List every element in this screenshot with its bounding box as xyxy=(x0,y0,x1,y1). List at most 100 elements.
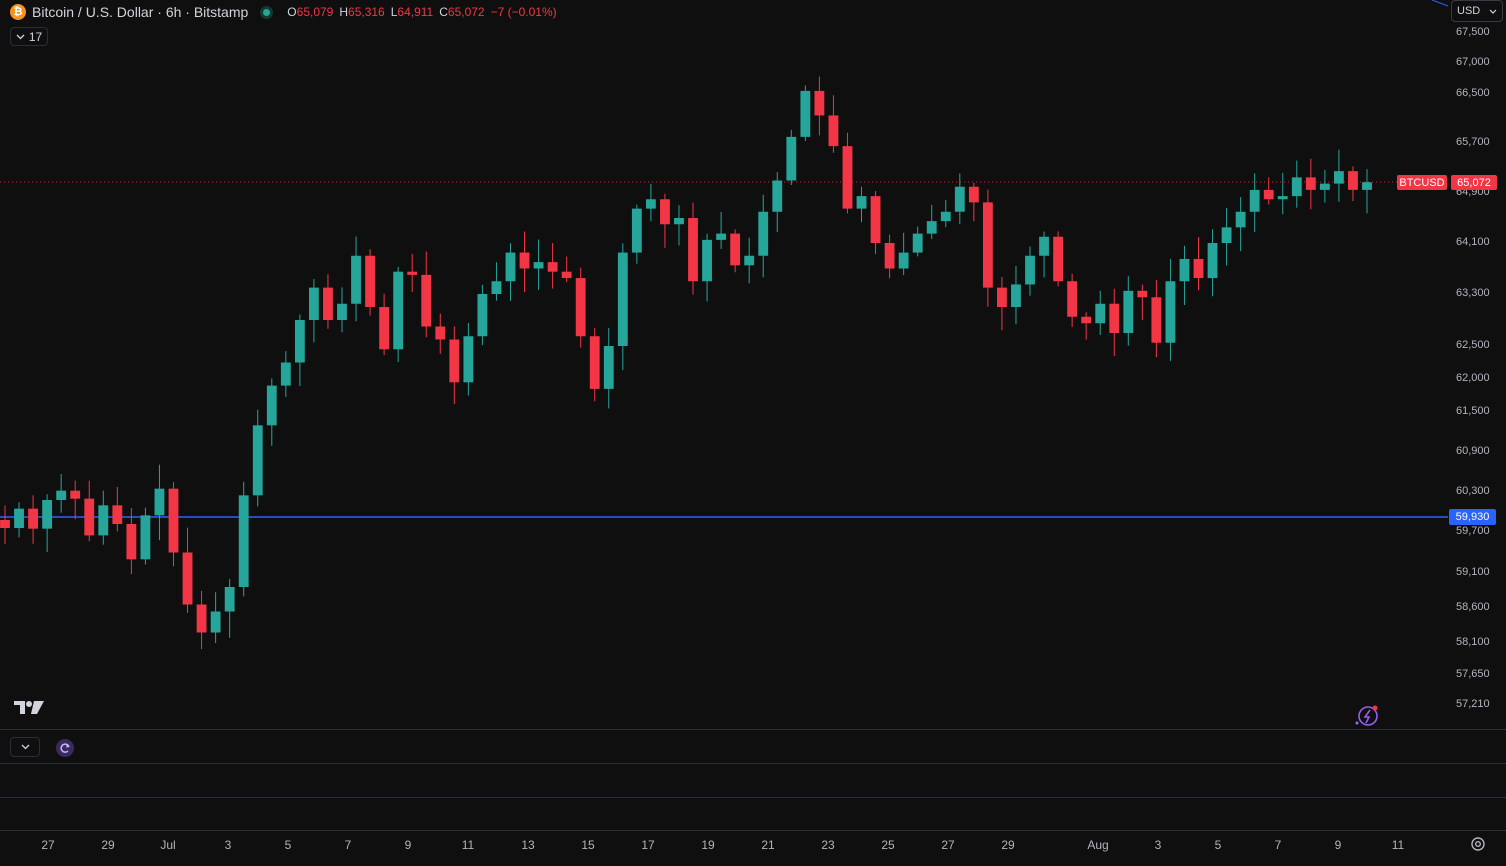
candle-body xyxy=(856,196,867,209)
price-label: 62,000 xyxy=(1456,372,1490,384)
candle-body xyxy=(912,233,923,253)
candle-body xyxy=(1053,236,1064,282)
price-label: 60,900 xyxy=(1456,445,1490,457)
date-label: 9 xyxy=(1334,838,1342,852)
candle-body xyxy=(674,218,684,225)
candle-body xyxy=(407,271,418,275)
indicators-collapse-button[interactable]: 17 xyxy=(10,27,48,46)
candle-body xyxy=(1193,258,1204,279)
candle-body xyxy=(252,425,263,496)
settings-gear-icon[interactable] xyxy=(1469,835,1487,853)
candle-body xyxy=(56,490,67,500)
currency-selector[interactable]: USD xyxy=(1451,0,1503,22)
candle-body xyxy=(168,488,179,553)
close-value: 65,072 xyxy=(447,5,485,19)
candle-body xyxy=(210,611,221,633)
price-label: 64,100 xyxy=(1456,236,1490,248)
candle-body xyxy=(533,262,544,269)
candle-body xyxy=(982,202,993,288)
symbol-title[interactable]: Bitcoin / U.S. Dollar · 6h · Bitstamp xyxy=(32,4,248,20)
candle-body xyxy=(112,505,123,524)
date-label: 27 xyxy=(941,838,955,852)
price-label: 59,700 xyxy=(1456,525,1490,537)
candle-body xyxy=(603,346,614,389)
open-value: 65,079 xyxy=(296,5,334,19)
currency-label: USD xyxy=(1457,5,1481,17)
candle-body xyxy=(280,362,291,386)
price-label: 59,100 xyxy=(1456,566,1490,578)
symbol-legend[interactable]: ₿ Bitcoin / U.S. Dollar · 6h · Bitstamp … xyxy=(10,3,557,21)
date-label: 17 xyxy=(641,838,655,852)
pane-separator[interactable] xyxy=(0,830,1506,831)
candle-body xyxy=(238,495,249,587)
candle-body xyxy=(1151,297,1162,343)
candle-body xyxy=(744,255,755,266)
chevron-down-icon xyxy=(21,744,29,750)
candle-body xyxy=(1277,196,1288,200)
candle-body xyxy=(1137,290,1148,298)
ohlc-values: O65,079 H65,316 L64,911 C65,072 −7 (−0.0… xyxy=(287,5,556,19)
candle-body xyxy=(224,587,235,612)
pane-collapse-button[interactable] xyxy=(10,737,40,757)
date-label: 9 xyxy=(404,838,412,852)
candle-body xyxy=(645,199,656,209)
candle-body xyxy=(1207,243,1218,279)
candle-body xyxy=(772,180,783,212)
candle-body xyxy=(997,287,1007,307)
date-label: 19 xyxy=(701,838,715,852)
pane-separator[interactable] xyxy=(0,729,1506,730)
price-chart[interactable] xyxy=(0,0,1506,866)
candle-body xyxy=(800,90,811,137)
candle-body xyxy=(814,90,825,116)
candle-body xyxy=(449,339,460,383)
horizontal-line-price-tag[interactable]: 59,930 xyxy=(1449,509,1496,525)
close-label: C xyxy=(439,5,448,19)
date-label: 13 xyxy=(521,838,535,852)
price-label: 62,500 xyxy=(1456,339,1490,351)
candle-body xyxy=(140,515,151,560)
date-label: 11 xyxy=(461,838,475,852)
sparkle-assistant-icon[interactable] xyxy=(1353,704,1381,728)
candle-body xyxy=(1179,258,1190,282)
pane-separator[interactable] xyxy=(0,763,1506,764)
candle-body xyxy=(28,508,38,529)
date-label: 29 xyxy=(1001,838,1015,852)
candle-body xyxy=(1221,227,1232,243)
price-label: 57,650 xyxy=(1456,668,1490,680)
candle-body xyxy=(1039,236,1049,256)
last-price-tag: 65,072 xyxy=(1451,175,1497,190)
candle-body xyxy=(196,604,207,633)
candle-body xyxy=(1263,189,1274,200)
candle-body xyxy=(589,336,600,389)
refresh-icon[interactable] xyxy=(56,739,74,757)
candle-body xyxy=(1291,177,1302,197)
price-label: 61,500 xyxy=(1456,405,1490,417)
candle-body xyxy=(1109,303,1120,333)
candle-body xyxy=(393,271,404,350)
price-label: 60,300 xyxy=(1456,485,1490,497)
candle-body xyxy=(323,287,333,320)
candle-body xyxy=(926,221,937,234)
live-dot-icon xyxy=(260,5,274,19)
date-label: 25 xyxy=(881,838,895,852)
price-label: 67,000 xyxy=(1456,56,1490,68)
candle-body xyxy=(1319,183,1330,190)
candle-body xyxy=(84,498,95,536)
candle-body xyxy=(940,211,951,222)
candle-body xyxy=(828,115,839,147)
tradingview-logo-icon[interactable] xyxy=(14,700,45,715)
candle-body xyxy=(884,243,895,269)
candle-body xyxy=(1165,281,1176,343)
date-label: 7 xyxy=(1274,838,1282,852)
candle-body xyxy=(505,252,516,282)
price-label: 58,600 xyxy=(1456,601,1490,613)
candle-body xyxy=(294,320,305,363)
candle-body xyxy=(688,218,698,282)
candle-body xyxy=(870,196,881,243)
candle-body xyxy=(1025,255,1035,285)
candle-body xyxy=(42,500,53,529)
trendline-fragment[interactable] xyxy=(1431,0,1449,7)
pane-separator[interactable] xyxy=(0,797,1506,798)
candle-body xyxy=(1305,177,1316,190)
indicators-count: 17 xyxy=(28,29,43,44)
